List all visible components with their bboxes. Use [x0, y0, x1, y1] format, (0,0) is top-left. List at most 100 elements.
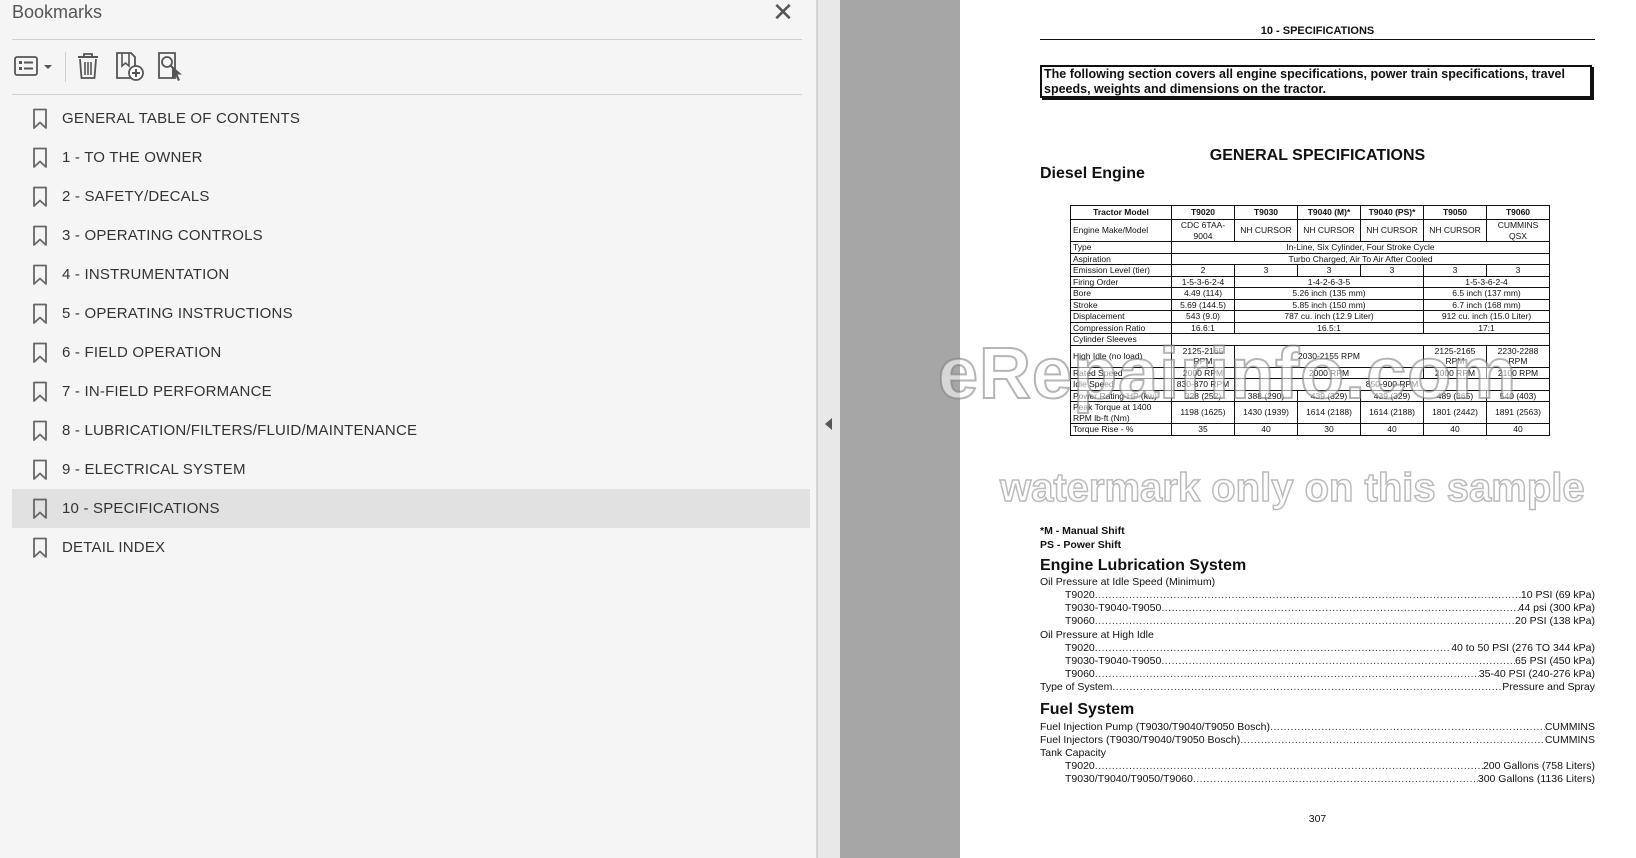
table-cell: 489 (365) [1423, 389, 1487, 402]
options-menu-button[interactable] [12, 48, 56, 84]
table-cell: CUMMINS QSX [1486, 219, 1550, 242]
table-cell: 2000 RPM [1234, 366, 1424, 379]
table-cell: 1-5-3-6-2-4 [1171, 275, 1235, 288]
table-row: Rated Speed 2000 RPM 2000 RPM 2000 RPM 2100 … [1070, 366, 1550, 379]
table-cell: 3 [1486, 264, 1550, 277]
column-header: T9040 (PS)* [1360, 205, 1424, 220]
bookmark-icon [33, 498, 47, 519]
engine-spec-table: Tractor Model T9020 T9030 T9040 (M)* T9040 (… [1070, 205, 1550, 436]
bookmark-icon [33, 342, 47, 363]
bookmark-icon [33, 108, 47, 129]
delete-bookmark-button[interactable] [72, 48, 104, 84]
close-panel-button[interactable]: ✕ [770, 0, 796, 26]
column-header: T9020 [1171, 205, 1235, 220]
column-header: T9040 (M)* [1297, 205, 1361, 220]
table-cell: 40 [1423, 423, 1487, 436]
table-cell: 543 (9.0) [1171, 310, 1235, 323]
table-row: Stroke 5.69 (144.5) 5.85 inch (150 mm) 6.7 … [1070, 298, 1550, 311]
bookmark-item[interactable]: 9 - ELECTRICAL SYSTEM [12, 450, 810, 489]
new-bookmark-icon [116, 52, 144, 81]
new-bookmark-button[interactable] [112, 48, 146, 84]
bookmark-label: 5 - OPERATING INSTRUCTIONS [62, 305, 293, 322]
bookmark-icon [33, 420, 47, 441]
oil-idle-label: Oil Pressure at Idle Speed (Minimum) [1040, 576, 1216, 588]
table-cell: 2100 RPM [1486, 366, 1550, 379]
table-row: Displacement 543 (9.0) 787 cu. inch (12.9 … [1070, 310, 1550, 323]
table-row: Engine Make/Model CDC 6TAA-9004 NH CURSOR N… [1070, 219, 1550, 242]
table-cell: 17:1 [1423, 321, 1550, 334]
bookmark-item[interactable]: GENERAL TABLE OF CONTENTS [12, 99, 810, 138]
bookmark-item[interactable]: 10 - SPECIFICATIONS [12, 489, 810, 528]
table-cell: 40 [1234, 423, 1298, 436]
row-label: Torque Rise - % [1070, 423, 1172, 436]
table-cell: In-Line, Six Cylinder, Four Stroke Cycle [1171, 241, 1550, 254]
options-menu-icon [14, 56, 52, 76]
bookmark-item[interactable]: DETAIL INDEX [12, 528, 810, 567]
row-label: Aspiration [1070, 252, 1172, 265]
row-label: High Idle (no load) [1070, 344, 1172, 368]
bookmark-label: 8 - LUBRICATION/FILTERS/FLUID/MAINTENANC… [62, 422, 418, 439]
bookmark-item[interactable]: 1 - TO THE OWNER [12, 138, 810, 177]
row-label: Emission Level (tier) [1070, 264, 1172, 277]
bookmark-icon [33, 459, 47, 480]
oil-idle-row: T902010 PSI (69 kPa) [1065, 589, 1595, 602]
tank-row: T9030/T9040/T9050/T9060300 Gallons (1136… [1065, 773, 1595, 786]
intro-box: The following section covers all engine … [1040, 65, 1592, 98]
oil-high-row: T906035-40 PSI (240-276 kPa) [1065, 668, 1595, 681]
row-label: Compression Ratio [1070, 321, 1172, 334]
panel-divider [12, 94, 802, 95]
bookmark-label: 3 - OPERATING CONTROLS [62, 227, 263, 244]
table-cell: NH CURSOR [1234, 219, 1298, 242]
column-header: T9030 [1234, 205, 1298, 220]
table-cell: 439 (329) [1360, 389, 1424, 402]
table-cell: 540 (403) [1486, 389, 1550, 402]
fuel-system-heading: Fuel System [1040, 701, 1135, 718]
table-cell: CDC 6TAA-9004 [1171, 219, 1235, 242]
find-current-bookmark-button[interactable] [154, 48, 188, 84]
table-cell: 2125-2165 RPM [1171, 344, 1235, 368]
bookmark-item[interactable]: 8 - LUBRICATION/FILTERS/FLUID/MAINTENANC… [12, 411, 810, 450]
bookmark-icon [33, 225, 47, 246]
diesel-engine-heading: Diesel Engine [1040, 165, 1145, 182]
row-label: Displacement [1070, 310, 1172, 323]
table-cell: 5.85 inch (150 mm) [1234, 298, 1424, 311]
oil-high-label: Oil Pressure at High Idle [1040, 629, 1154, 641]
table-row: Firing Order 1-5-3-6-2-4 1-4-2-6-3-5 1-5-3-… [1070, 275, 1550, 288]
bookmark-list: GENERAL TABLE OF CONTENTS 1 - TO THE OWNE… [12, 99, 810, 567]
collapse-panel-icon[interactable] [825, 418, 832, 430]
bookmark-icon [33, 147, 47, 168]
table-cell: NH CURSOR [1423, 219, 1487, 242]
bookmark-item[interactable]: 2 - SAFETY/DECALS [12, 177, 810, 216]
table-cell: 6.7 inch (168 mm) [1423, 298, 1550, 311]
table-cell: 2125-2165 RPM [1423, 344, 1487, 368]
table-row: Compression Ratio 16.6:1 16.5:1 17:1 [1070, 321, 1550, 334]
row-label: Rated Speed [1070, 366, 1172, 379]
type-of-system-row: Type of SystemPressure and Spray [1040, 681, 1595, 694]
bookmark-label: 1 - TO THE OWNER [62, 149, 203, 166]
table-row: Aspiration Turbo Charged, Air To Air Afte… [1070, 252, 1550, 265]
page-number: 307 [1308, 813, 1327, 825]
bookmark-item[interactable]: 7 - IN-FIELD PERFORMANCE [12, 372, 810, 411]
oil-idle-row: T9030-T9040-T905044 psi (300 kPa) [1065, 602, 1595, 615]
table-cell: 1614 (2188) [1297, 401, 1361, 424]
table-cell: 2000 RPM [1171, 366, 1235, 379]
bookmark-label: 4 - INSTRUMENTATION [62, 266, 230, 283]
row-label: Firing Order [1070, 275, 1172, 288]
row-label: Bore [1070, 287, 1172, 300]
table-cell: 40 [1486, 423, 1550, 436]
column-header: T9060 [1486, 205, 1550, 220]
table-row: Peak Torque at 1400 RPM lb-ft (Nm) 1198 (… [1070, 401, 1550, 424]
page-title: GENERAL SPECIFICATIONS [1209, 147, 1426, 164]
bookmarks-toolbar [12, 48, 802, 84]
tank-capacity-label: Tank Capacity [1040, 747, 1106, 759]
panel-title: Bookmarks [12, 2, 103, 22]
bookmark-item[interactable]: 4 - INSTRUMENTATION [12, 255, 810, 294]
bookmark-item[interactable]: 5 - OPERATING INSTRUCTIONS [12, 294, 810, 333]
bookmark-item[interactable]: 6 - FIELD OPERATION [12, 333, 810, 372]
row-label: Idle Speed [1070, 378, 1172, 391]
table-row: Type In-Line, Six Cylinder, Four Stroke C… [1070, 241, 1550, 254]
note-manual-shift: *M - Manual Shift [1040, 525, 1125, 537]
oil-high-row: T9030-T9040-T905065 PSI (450 kPa) [1065, 655, 1595, 668]
table-cell: 3 [1360, 264, 1424, 277]
bookmark-item[interactable]: 3 - OPERATING CONTROLS [12, 216, 810, 255]
